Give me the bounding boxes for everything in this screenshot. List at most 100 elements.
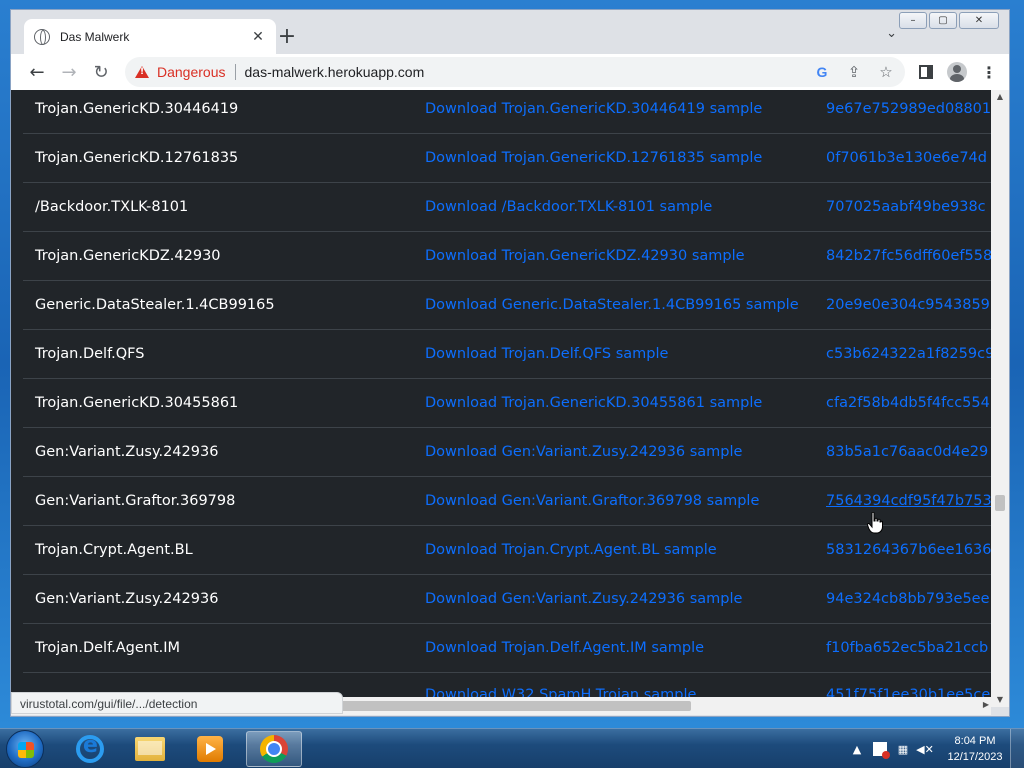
malware-table: Trojan.GenericKD.30446419 Download Trojan… [23,90,991,707]
folder-icon [135,737,165,761]
system-tray: ▲ ▦ ◀✕ 8:04 PM 12/17/2023 [846,729,1024,768]
malware-name: Trojan.Crypt.Agent.BL [35,542,193,558]
virustotal-hash-link[interactable]: 94e324cb8bb793e5ee [826,591,991,607]
download-sample-link[interactable]: Download Gen:Variant.Graftor.369798 samp… [425,493,826,509]
taskbar-media-player[interactable] [182,731,238,767]
virustotal-hash-link[interactable]: 83b5a1c76aac0d4e29 [826,444,991,460]
star-icon[interactable]: ☆ [877,63,895,81]
table-row: Trojan.GenericKD.30455861 Download Trojan… [23,379,991,428]
table-row: Trojan.Crypt.Agent.BL Download Trojan.Cry… [23,526,991,575]
taskbar-file-explorer[interactable] [122,731,178,767]
tab-search-button[interactable]: ⌄ [886,26,897,41]
tab-strip: Das Malwerk ✕ + ⌄ – ▢ ✕ [11,10,1009,54]
clock-date: 12/17/2023 [947,751,1003,763]
download-sample-link[interactable]: Download Gen:Variant.Zusy.242936 sample [425,444,826,460]
download-sample-link[interactable]: Download Trojan.GenericKD.30446419 sampl… [425,101,826,117]
download-sample-link[interactable]: Download Trojan.Crypt.Agent.BL sample [425,542,826,558]
taskbar-chrome[interactable] [246,731,302,767]
virustotal-hash-link[interactable]: 0f7061b3e130e6e74d [826,150,991,166]
malware-name: Generic.DataStealer.1.4CB99165 [35,297,275,313]
forward-button[interactable]: → [53,56,85,88]
maximize-button[interactable]: ▢ [929,12,957,29]
kebab-menu-icon[interactable]: ⋮ [981,63,997,82]
virustotal-hash-link[interactable]: 9e67e752989ed08801 [826,101,991,117]
show-desktop-button[interactable] [1010,729,1024,768]
plus-icon: + [277,24,297,49]
minimize-button[interactable]: – [899,12,927,29]
malware-name: Trojan.Delf.Agent.IM [35,640,181,656]
hand-cursor-icon [867,512,883,534]
link-status-bubble: virustotal.com/gui/file/.../detection [11,692,343,714]
download-sample-link[interactable]: Download Trojan.GenericKD.30455861 sampl… [425,395,826,411]
volume-muted-icon[interactable]: ◀✕ [914,743,936,756]
table-row: Gen:Variant.Graftor.369798 Download Gen:V… [23,477,991,526]
omnibox-divider [234,64,236,80]
tab-das-malwerk[interactable]: Das Malwerk ✕ [24,19,276,54]
download-sample-link[interactable]: Download /Backdoor.TXLK-8101 sample [425,199,826,215]
show-hidden-icons-icon[interactable]: ▲ [846,743,868,756]
taskbar: ▲ ▦ ◀✕ 8:04 PM 12/17/2023 [0,728,1024,768]
google-icon[interactable]: G [813,64,831,80]
virustotal-hash-link[interactable]: cfa2f58b4db5f4fcc554 [826,395,991,411]
download-sample-link[interactable]: Download Gen:Variant.Zusy.242936 sample [425,591,826,607]
forward-icon: → [61,61,77,83]
scroll-up-icon[interactable]: ▲ [991,90,1009,104]
taskbar-internet-explorer[interactable] [62,731,118,767]
address-bar[interactable]: Dangerous das-malwerk.herokuapp.com G ⇪ … [125,57,905,87]
malware-name: Gen:Variant.Graftor.369798 [35,493,236,509]
window-controls: – ▢ ✕ [899,12,999,29]
security-label[interactable]: Dangerous [157,64,226,80]
media-player-icon [197,736,223,762]
virustotal-hash-link[interactable]: c53b624322a1f8259c9 [826,346,991,362]
download-sample-link[interactable]: Download Trojan.Delf.QFS sample [425,346,826,362]
virustotal-hash-link[interactable]: 842b27fc56dff60ef558 [826,248,991,264]
omnibox-actions: G ⇪ ☆ [813,63,895,81]
side-panel-icon[interactable] [919,65,933,79]
download-sample-link[interactable]: Download Trojan.GenericKD.12761835 sampl… [425,150,826,166]
close-icon[interactable]: ✕ [250,29,266,45]
virustotal-hash-link[interactable]: 7564394cdf95f47b753 [826,493,991,509]
clock[interactable]: 8:04 PM 12/17/2023 [940,733,1010,765]
new-tab-button[interactable]: + [275,24,299,49]
page-content: Trojan.GenericKD.30446419 Download Trojan… [11,90,991,707]
malware-name: Gen:Variant.Zusy.242936 [35,591,219,607]
malware-name: Trojan.GenericKD.30446419 [35,101,239,117]
table-row: Gen:Variant.Zusy.242936 Download Gen:Vari… [23,575,991,624]
malware-name: Trojan.GenericKDZ.42930 [35,248,221,264]
virustotal-hash-link[interactable]: 707025aabf49be938c [826,199,991,215]
virustotal-hash-link[interactable]: f10fba652ec5ba21ccb [826,640,991,656]
virustotal-hash-link[interactable]: 20e9e0e304c9543859 [826,297,991,313]
scroll-down-icon[interactable]: ▼ [991,693,1009,707]
malware-name: Trojan.Delf.QFS [35,346,145,362]
malware-name: /Backdoor.TXLK-8101 [35,199,189,215]
malware-name: Trojan.GenericKD.12761835 [35,150,239,166]
table-row: Trojan.GenericKD.12761835 Download Trojan… [23,134,991,183]
table-row: Trojan.GenericKD.30446419 Download Trojan… [23,90,991,134]
vertical-scrollbar[interactable]: ▲ ▼ [991,90,1009,707]
warning-icon [135,66,149,78]
url-text[interactable]: das-malwerk.herokuapp.com [245,64,425,80]
table-row: /Backdoor.TXLK-8101 Download /Backdoor.TX… [23,183,991,232]
download-sample-link[interactable]: Download Trojan.GenericKDZ.42930 sample [425,248,826,264]
scroll-right-icon[interactable]: ▶ [983,700,989,709]
profile-icon[interactable] [947,62,967,82]
chrome-icon [260,735,288,763]
table-row: Generic.DataStealer.1.4CB99165 Download G… [23,281,991,330]
reload-button[interactable]: ↻ [85,56,117,88]
window-close-button[interactable]: ✕ [959,12,999,29]
malware-name: Gen:Variant.Zusy.242936 [35,444,219,460]
table-row: Trojan.Delf.Agent.IM Download Trojan.Delf… [23,624,991,673]
start-button[interactable] [6,730,44,768]
share-icon[interactable]: ⇪ [845,63,863,81]
table-row: Gen:Variant.Zusy.242936 Download Gen:Vari… [23,428,991,477]
globe-icon [34,28,50,45]
clock-time: 8:04 PM [954,735,996,747]
back-button[interactable]: ← [21,56,53,88]
network-icon[interactable]: ▦ [892,743,914,756]
action-center-flag-icon[interactable] [873,742,890,759]
vertical-scroll-thumb[interactable] [995,495,1005,511]
virustotal-hash-link[interactable]: 5831264367b6ee1636 [826,542,991,558]
download-sample-link[interactable]: Download Generic.DataStealer.1.4CB99165 … [425,297,826,313]
malware-name: Trojan.GenericKD.30455861 [35,395,239,411]
download-sample-link[interactable]: Download Trojan.Delf.Agent.IM sample [425,640,826,656]
